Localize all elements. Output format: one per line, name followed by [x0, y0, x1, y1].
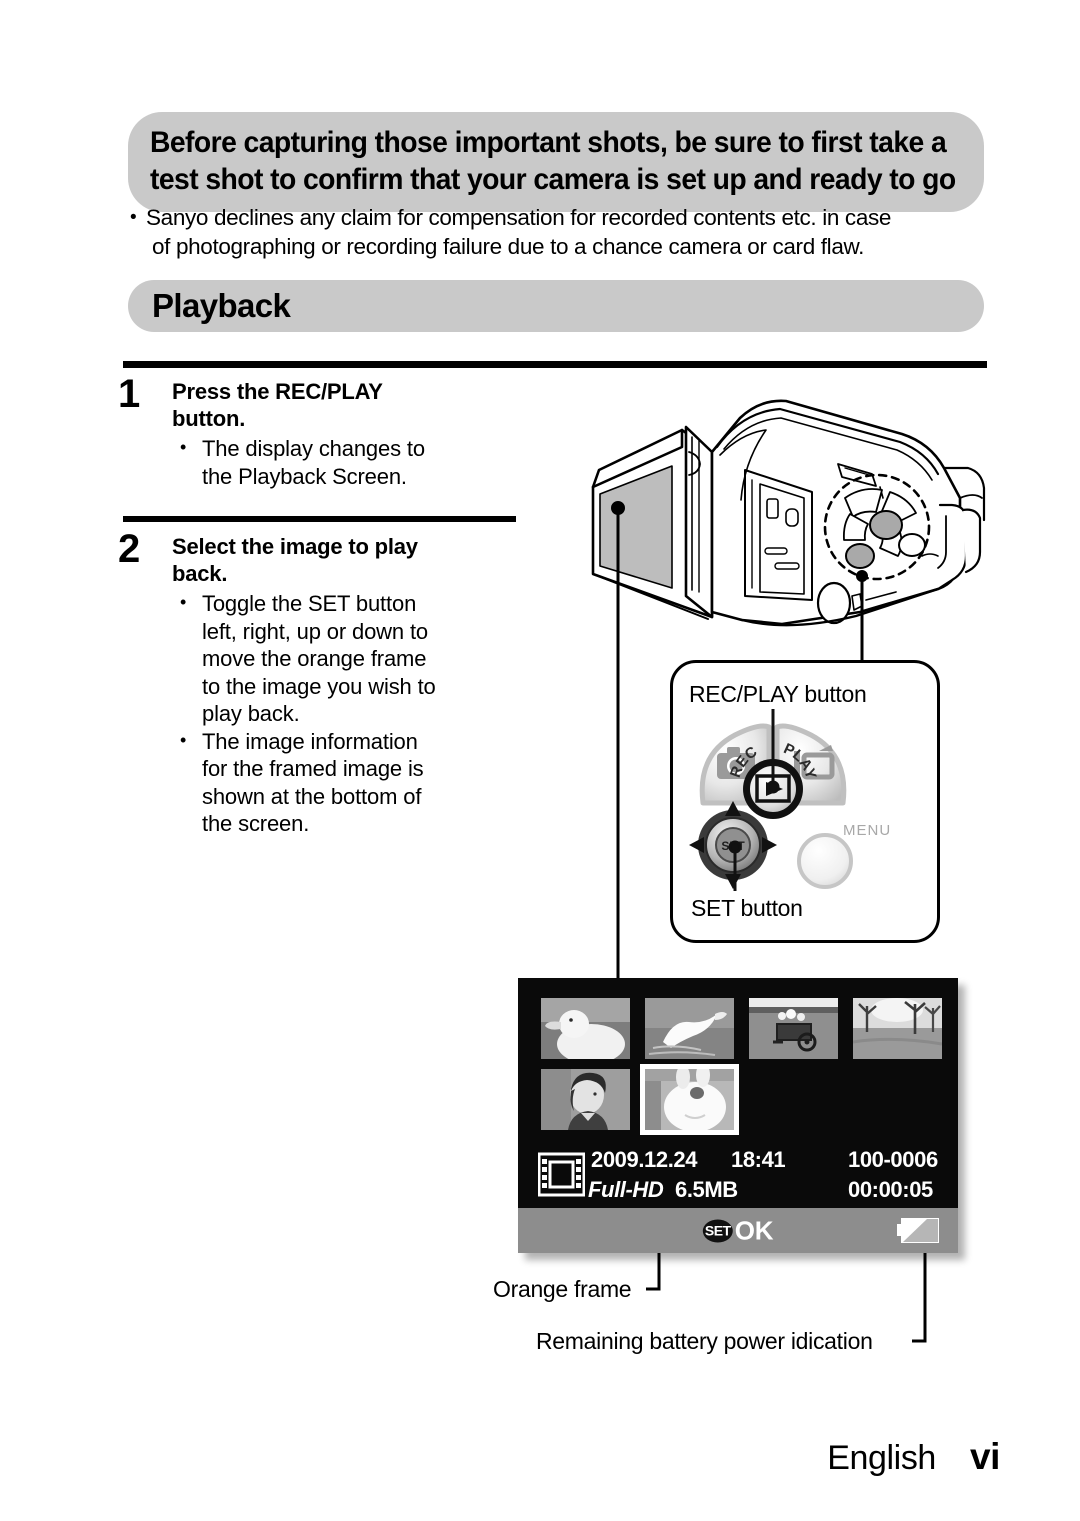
- battery-indicator-icon: [897, 1218, 939, 1243]
- notice-disclaimer-line-2: of photographing or recording failure du…: [152, 234, 865, 259]
- bullet-dot-icon: •: [180, 437, 187, 457]
- step-1-body: Press the REC/PLAY button. • The display…: [118, 378, 528, 490]
- thumbnail-flower-cart[interactable]: [749, 998, 838, 1059]
- thumbnail-grid: [541, 998, 942, 1135]
- step-2: 2 Select the image to play back. • Toggl…: [118, 528, 528, 838]
- screen-status-bar: SET OK: [518, 1208, 958, 1253]
- info-file-number: 100-0006: [848, 1147, 938, 1172]
- footer-language: English: [827, 1439, 936, 1477]
- leader-line-battery: [912, 1240, 927, 1343]
- info-file-size: 6.5MB: [675, 1177, 738, 1202]
- notice-banner-line-2: test shot to confirm that your camera is…: [150, 163, 956, 196]
- thumbnail-girl-portrait[interactable]: [541, 1069, 630, 1130]
- thumbnail-swan-water[interactable]: [645, 998, 734, 1059]
- thumbnail-duck-head[interactable]: [541, 998, 630, 1059]
- image-info-bar: 2009.12.24 18:41 100-0006 Full-HD 6.5MB …: [518, 1146, 958, 1209]
- bullet-dot-icon: •: [180, 729, 187, 750]
- button-detail-callout: REC/PLAY button SET button REC PLAY MENU: [670, 660, 940, 943]
- step-2-bullet-2: • The image information for the framed i…: [180, 728, 424, 837]
- step-1-bullet-1: • The display changes to the Playback Sc…: [180, 436, 425, 489]
- set-ok-hint: SET OK: [702, 1215, 774, 1246]
- info-duration: 00:00:05: [848, 1177, 933, 1202]
- thumbnail-placeholder: [853, 1069, 942, 1130]
- arrow-down-icon: [725, 874, 741, 889]
- notice-disclaimer: • Sanyo declines any claim for compensati…: [130, 203, 990, 261]
- page-title: Playback: [152, 287, 291, 324]
- thumbnail-rabbit-face[interactable]: [640, 1064, 739, 1135]
- thumbnail-row: [541, 998, 942, 1059]
- arrow-left-icon: [689, 837, 704, 853]
- divider-above-step-1: [123, 361, 987, 368]
- movie-film-icon: [538, 1152, 585, 1197]
- step-1-bullets: • The display changes to the Playback Sc…: [172, 435, 528, 490]
- set-badge-icon: SET: [702, 1219, 733, 1242]
- footer-page-number: vi: [969, 1436, 1000, 1477]
- bullet-dot-icon: •: [180, 592, 187, 612]
- step-2-bullets: • Toggle the SET button left, right, up …: [172, 590, 528, 838]
- step-2-number: 2: [118, 527, 141, 571]
- leader-line-controls: [856, 570, 868, 660]
- menu-button-graphic: MENU: [797, 822, 891, 889]
- annotation-orange-frame: Orange frame: [493, 1276, 632, 1302]
- thumbnail-trees-field[interactable]: [853, 998, 942, 1059]
- notice-banner-line-1: Before capturing those important shots, …: [150, 126, 947, 159]
- step-2-body: Select the image to play back. • Toggle …: [118, 533, 528, 838]
- step-2-title: Select the image to play back.: [172, 534, 418, 586]
- divider-above-step-2: [123, 516, 516, 522]
- notice-disclaimer-line-1: • Sanyo declines any claim for compensati…: [130, 205, 892, 230]
- bullet-dot-icon: •: [130, 207, 137, 228]
- thumbnail-placeholder: [749, 1069, 838, 1130]
- step-1-title: Press the REC/PLAY button.: [172, 379, 383, 431]
- ok-text: OK: [734, 1215, 774, 1245]
- section-header-playback: Playback: [128, 280, 984, 332]
- annotation-battery-indication: Remaining battery power idication: [536, 1328, 873, 1354]
- page-footer: English vi: [0, 1436, 1000, 1478]
- thumbnail-row: [541, 1064, 933, 1135]
- arrow-right-icon: [762, 837, 777, 853]
- step-2-bullet-1: • Toggle the SET button left, right, up …: [180, 591, 436, 726]
- step-1: 1 Press the REC/PLAY button. • The displ…: [118, 373, 528, 490]
- callout-button-diagram: REC PLAY SET MENU: [689, 709, 891, 891]
- info-time: 18:41: [731, 1147, 786, 1172]
- leader-line-lcd: [611, 501, 625, 978]
- info-quality: Full-HD: [588, 1177, 664, 1202]
- menu-label: MENU: [843, 822, 891, 839]
- playback-screen: 2009.12.24 18:41 100-0006 Full-HD 6.5MB …: [518, 978, 958, 1253]
- step-1-number: 1: [118, 372, 141, 416]
- important-notice-banner: Before capturing those important shots, …: [128, 112, 984, 212]
- info-date: 2009.12.24: [591, 1147, 698, 1172]
